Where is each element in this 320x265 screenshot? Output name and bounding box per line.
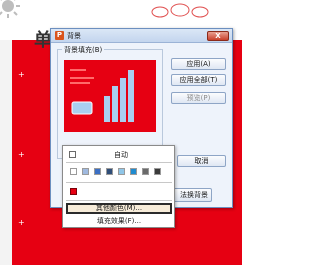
palette-color-swatch[interactable] [82, 168, 89, 175]
palette-color-swatch[interactable] [142, 168, 149, 175]
divider [66, 200, 172, 201]
auto-color-option[interactable]: 自动 [66, 149, 172, 159]
palette-color-swatch[interactable] [154, 168, 161, 175]
apply-button[interactable]: 应用(A) [171, 58, 226, 70]
auto-color-label: 自动 [114, 151, 128, 159]
palette-color-swatch[interactable] [118, 168, 125, 175]
cloud-decoration-icon [151, 3, 209, 18]
apply-all-button[interactable]: 应用全部(T) [171, 74, 226, 86]
preview-button[interactable]: 预览(P) [171, 92, 226, 104]
close-button[interactable]: X [207, 31, 229, 41]
background-fill-label: 背景填充(B) [62, 45, 105, 55]
auto-color-checkbox[interactable] [69, 151, 76, 158]
plus-icon: + [18, 218, 25, 227]
background-preview [64, 60, 156, 132]
color-dropdown-menu: 自动 其他颜色(M)... 填充效果(F)... [62, 145, 175, 228]
palette-color-swatch[interactable] [106, 168, 113, 175]
slide-edge [0, 40, 12, 265]
preview-chart-icon [71, 70, 134, 122]
background-fill-group: 背景填充(B) [57, 45, 163, 159]
recent-color-swatch[interactable] [70, 188, 77, 195]
divider [66, 162, 172, 163]
app-logo-icon: P [55, 31, 64, 40]
palette-color-swatch[interactable] [94, 168, 101, 175]
plus-icon: + [18, 150, 25, 159]
dialog-title: 背景 [67, 32, 81, 40]
more-colors-menu-item[interactable]: 其他颜色(M)... [66, 203, 172, 214]
plus-icon: + [18, 70, 25, 79]
palette-color-swatch[interactable] [130, 168, 137, 175]
change-background-button[interactable]: 法换背景 [172, 188, 212, 202]
sun-icon [0, 0, 20, 18]
cancel-button[interactable]: 取消 [177, 155, 226, 167]
dialog-titlebar[interactable]: P 背景 X [51, 29, 232, 43]
fill-effects-menu-item[interactable]: 填充效果(F)... [66, 216, 172, 227]
palette-color-swatch[interactable] [70, 168, 77, 175]
divider [66, 182, 172, 183]
